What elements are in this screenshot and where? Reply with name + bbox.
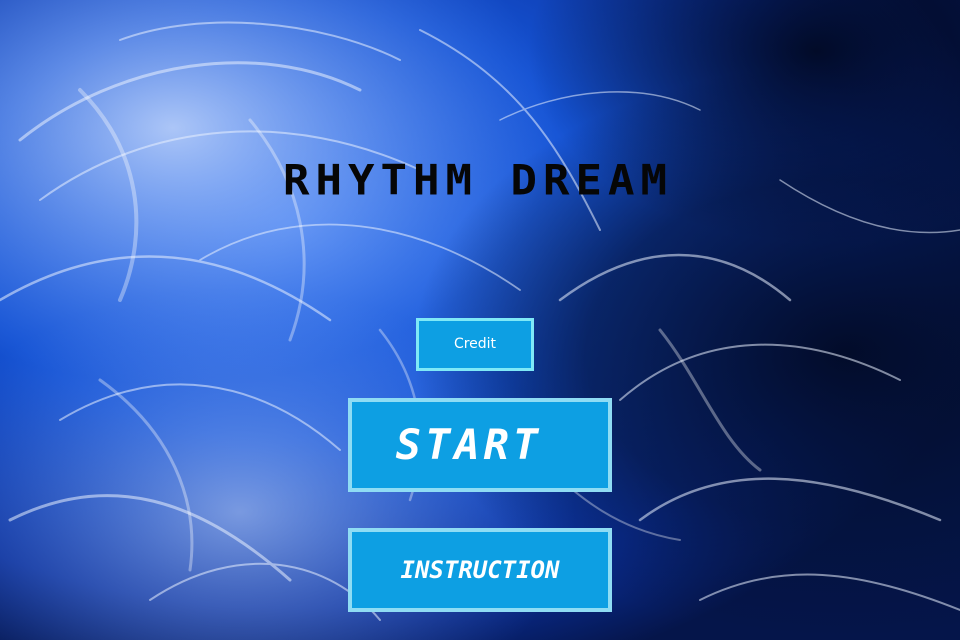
title-screen: RHYTHM DREAM Credit START INSTRUCTION bbox=[0, 0, 960, 640]
instruction-button[interactable]: INSTRUCTION bbox=[348, 528, 612, 612]
credit-button[interactable]: Credit bbox=[416, 318, 534, 371]
game-title: RHYTHM DREAM bbox=[283, 156, 673, 205]
start-button[interactable]: START bbox=[348, 398, 612, 492]
